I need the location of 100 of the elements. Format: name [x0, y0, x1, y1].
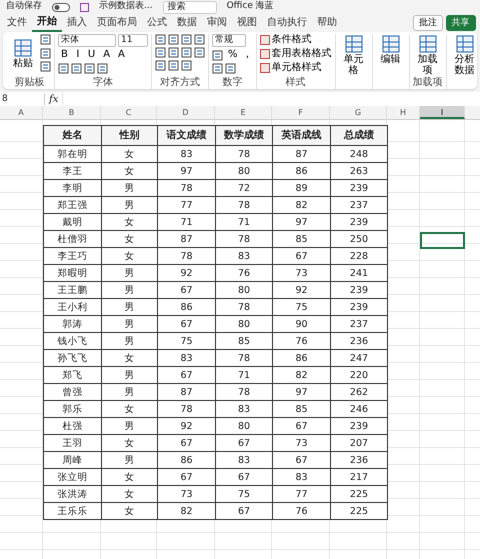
table-cell: 237 — [330, 196, 388, 214]
table-cell: 246 — [330, 400, 388, 418]
tool-icon[interactable] — [58, 63, 69, 74]
ribbon-tab[interactable]: 公式 — [142, 15, 172, 31]
table-cell: 241 — [330, 264, 388, 282]
ribbon-tab[interactable]: 帮助 — [312, 15, 342, 31]
table-cell: 戴明 — [44, 214, 102, 230]
table-cell: 76 — [216, 264, 272, 282]
ribbon-tab[interactable]: 插入 — [62, 15, 92, 31]
toggle-icon[interactable] — [52, 2, 70, 12]
table-cell: 78 — [216, 230, 272, 248]
table-cell: 247 — [330, 350, 388, 366]
format-button[interactable]: B — [58, 49, 71, 61]
column-header[interactable]: B — [43, 106, 101, 119]
table-cell: 83 — [158, 350, 216, 366]
ribbon-button[interactable]: 编辑 — [376, 34, 406, 65]
table-cell: 225 — [330, 502, 388, 520]
table-cell: 67 — [158, 316, 216, 332]
active-cell[interactable] — [420, 232, 465, 249]
table-cell: 83 — [216, 452, 272, 468]
group-label: 剪贴板 — [14, 77, 46, 89]
dropdown-field[interactable]: 11 — [118, 34, 148, 47]
table-cell: 237 — [330, 316, 388, 332]
name-box[interactable]: 8 — [0, 93, 45, 105]
tool-icon[interactable] — [181, 34, 192, 45]
share-button[interactable]: 共享 — [446, 15, 476, 31]
tool-icon[interactable] — [194, 47, 205, 58]
ribbon-button[interactable]: 分析数据 — [450, 34, 480, 76]
tool-icon[interactable] — [212, 50, 223, 60]
document-title[interactable]: 示例数据表... — [99, 0, 153, 14]
table-cell: 王羽 — [44, 434, 102, 452]
comments-button[interactable]: 批注 — [413, 15, 443, 31]
table-cell: 女 — [102, 230, 158, 248]
group-label: 字体 — [92, 77, 114, 89]
tool-icon[interactable] — [225, 63, 236, 74]
tool-icon[interactable] — [40, 61, 51, 72]
dropdown-field[interactable]: 常规 — [212, 34, 246, 47]
format-button[interactable]: I — [72, 49, 83, 61]
tool-icon[interactable] — [181, 47, 192, 58]
table-cell: 李王 — [44, 162, 102, 180]
table-cell: 90 — [272, 316, 330, 332]
table-cell: 71 — [158, 214, 216, 230]
ribbon-tab[interactable]: 页面布局 — [92, 15, 142, 31]
column-header[interactable]: A — [0, 106, 43, 119]
format-button[interactable]: A — [115, 49, 128, 61]
account-name[interactable]: Office 海蓝 — [226, 0, 274, 14]
tool-icon[interactable] — [181, 60, 192, 71]
table-cell: 67 — [158, 282, 216, 298]
ribbon-tab[interactable]: 自动执行 — [262, 15, 312, 31]
tool-icon[interactable] — [155, 60, 166, 71]
table-cell: 男 — [102, 196, 158, 214]
tool-icon[interactable] — [155, 47, 166, 58]
ribbon-tab[interactable]: 视图 — [232, 15, 262, 31]
table-cell: 236 — [330, 452, 388, 468]
table-cell: 女 — [102, 486, 158, 502]
tool-icon[interactable] — [40, 48, 51, 58]
format-button[interactable]: A — [100, 49, 114, 61]
ribbon-tab[interactable]: 数据 — [172, 15, 202, 31]
table-cell: 97 — [272, 214, 330, 230]
tool-icon[interactable] — [71, 63, 82, 74]
tool-icon[interactable] — [212, 63, 223, 74]
ribbon-button[interactable]: 加载项 — [412, 34, 443, 76]
format-button[interactable]: U — [84, 49, 98, 61]
function-label[interactable]: fx — [49, 92, 58, 106]
table-cell: 86 — [158, 452, 216, 468]
ribbon-button[interactable]: 单元格 — [338, 34, 369, 76]
tool-icon[interactable] — [168, 47, 179, 58]
ribbon-button[interactable]: 粘贴 — [8, 38, 38, 68]
ribbon-tab[interactable]: 文件 — [2, 15, 32, 31]
table-cell: 男 — [102, 180, 158, 196]
column-header[interactable]: D — [157, 106, 215, 119]
ribbon-tab[interactable]: 审阅 — [202, 15, 232, 31]
search-field[interactable]: 搜索 — [162, 0, 217, 14]
column-header[interactable]: I — [420, 106, 465, 119]
menu-button[interactable]: 套用表格格式 — [260, 48, 332, 60]
table-cell: 220 — [330, 366, 388, 384]
tool-icon[interactable] — [168, 34, 179, 45]
table-cell: 郑王强 — [44, 196, 102, 214]
tool-icon[interactable] — [40, 34, 51, 45]
tool-icon[interactable] — [97, 63, 108, 74]
column-header[interactable]: C — [101, 106, 157, 119]
tool-icon[interactable] — [168, 60, 179, 71]
menu-button[interactable]: 条件格式 — [260, 34, 312, 46]
column-header[interactable]: E — [215, 106, 272, 119]
column-header[interactable]: G — [330, 106, 387, 119]
format-button[interactable]: % — [225, 49, 241, 61]
group-label: 加载项 — [412, 77, 443, 89]
save-icon[interactable] — [80, 2, 89, 12]
column-header[interactable]: F — [272, 106, 330, 119]
tool-icon — [344, 34, 364, 54]
table-cell: 王小利 — [44, 298, 102, 316]
format-button[interactable]: , — [242, 49, 253, 61]
tool-icon[interactable] — [84, 63, 95, 74]
tool-icon[interactable] — [155, 34, 166, 45]
dropdown-field[interactable]: 宋体 — [58, 34, 116, 47]
menu-button[interactable]: 单元格样式 — [260, 62, 322, 74]
table-cell: 郑暇明 — [44, 264, 102, 282]
table-cell: 郭涛 — [44, 316, 102, 332]
table-cell: 87 — [272, 146, 330, 162]
tool-icon[interactable] — [194, 34, 205, 45]
